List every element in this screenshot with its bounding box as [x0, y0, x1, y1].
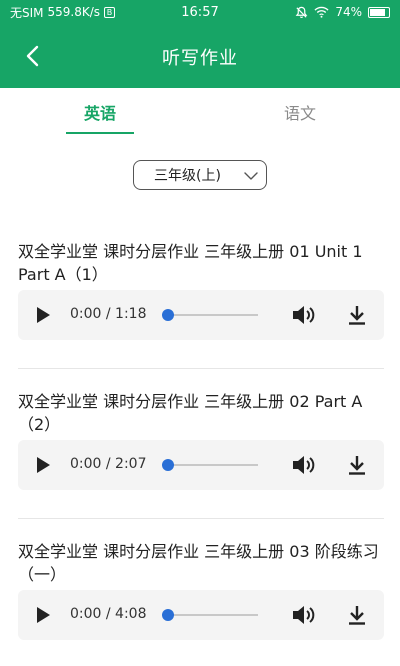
playback-time: 0:00 / 4:08 [70, 606, 147, 622]
progress-slider[interactable] [162, 609, 258, 621]
wifi-icon [314, 6, 329, 18]
audio-player: 0:00 / 1:18 [18, 290, 384, 340]
volume-icon[interactable] [291, 304, 315, 326]
item-title: 双全学业堂 课时分层作业 三年级上册 01 Unit 1 Part A（1） [18, 242, 363, 284]
chevron-down-icon [244, 172, 258, 180]
status-right: 74% [240, 5, 390, 19]
audio-player: 0:00 / 2:07 [18, 440, 384, 490]
carrier-text: 无SIM [10, 5, 44, 20]
battery-icon [368, 6, 390, 18]
download-icon[interactable] [346, 304, 368, 326]
grade-dropdown[interactable]: 三年级(上) [133, 160, 267, 190]
item-title: 双全学业堂 课时分层作业 三年级上册 03 阶段练习（一） [18, 542, 379, 584]
audio-player: 0:00 / 4:08 [18, 590, 384, 640]
progress-thumb[interactable] [162, 459, 174, 471]
mute-bell-icon [295, 6, 308, 18]
play-icon[interactable] [34, 606, 52, 624]
download-icon[interactable] [346, 454, 368, 476]
download-icon[interactable] [346, 604, 368, 626]
volume-icon[interactable] [291, 454, 315, 476]
status-left: 无SIM 559.8K/s B [10, 4, 160, 21]
play-icon[interactable] [34, 306, 52, 324]
progress-thumb[interactable] [162, 609, 174, 621]
item-title: 双全学业堂 课时分层作业 三年级上册 02 Part A（2） [18, 392, 363, 434]
status-time: 16:57 [181, 4, 219, 20]
volume-icon[interactable] [291, 604, 315, 626]
play-icon[interactable] [34, 456, 52, 474]
progress-slider[interactable] [162, 459, 258, 471]
page-title: 听写作业 [162, 48, 238, 69]
progress-thumb[interactable] [162, 309, 174, 321]
network-speed: 559.8K/s [47, 5, 101, 19]
divider [18, 368, 384, 369]
progress-slider[interactable] [162, 309, 258, 321]
tab-chinese[interactable]: 语文 [200, 88, 400, 134]
playback-time: 0:00 / 2:07 [70, 456, 147, 472]
subject-tabs: 英语 语文 [0, 88, 400, 134]
app-header: 听写作业 [0, 24, 400, 88]
playback-time: 0:00 / 1:18 [70, 306, 147, 322]
battery-percent: 74% [335, 5, 362, 19]
tab-english[interactable]: 英语 [0, 88, 200, 134]
status-bar: 无SIM 559.8K/s B 16:57 74% [0, 0, 400, 24]
sim-badge-icon: B [104, 6, 116, 18]
divider [18, 518, 384, 519]
grade-dropdown-value: 三年级(上) [154, 168, 221, 184]
